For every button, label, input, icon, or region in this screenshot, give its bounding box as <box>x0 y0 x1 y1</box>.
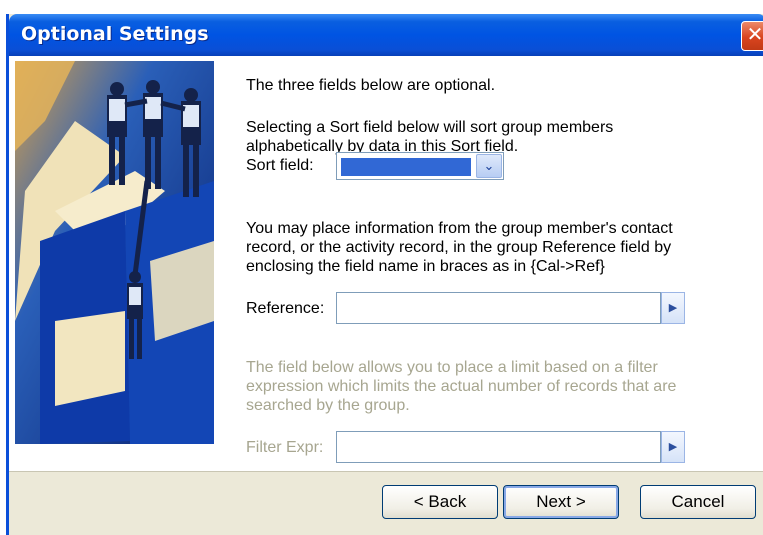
filter-help-text: The field below allows you to place a li… <box>246 359 677 414</box>
business-people-artwork <box>15 61 214 444</box>
close-button[interactable]: ✕ <box>741 21 763 51</box>
footer-divider <box>9 471 763 472</box>
filter-expr-picker-button[interactable]: ▶ <box>661 431 685 463</box>
sort-field-dropdown-button[interactable]: ⌄ <box>476 154 502 178</box>
dialog-body: The three fields below are optional. Sel… <box>9 56 763 471</box>
close-icon: ✕ <box>746 24 763 46</box>
cancel-button[interactable]: Cancel <box>640 485 756 519</box>
dialog-title: Optional Settings <box>21 23 209 45</box>
filter-expr-label: Filter Expr: <box>246 439 324 456</box>
reference-help-text: You may place information from the group… <box>246 220 673 275</box>
reference-input[interactable] <box>336 292 661 324</box>
chevron-down-icon: ⌄ <box>483 158 495 173</box>
intro-text: The three fields below are optional. <box>246 77 496 94</box>
next-button[interactable]: Next > <box>503 485 619 519</box>
wizard-illustration <box>15 61 214 444</box>
sort-field-selected-value <box>341 158 471 176</box>
sort-help-text: Selecting a Sort field below will sort g… <box>246 119 614 155</box>
reference-label: Reference: <box>246 300 325 317</box>
back-button[interactable]: < Back <box>382 485 498 519</box>
sort-field-select[interactable]: ⌄ <box>336 152 504 180</box>
sort-field-label: Sort field: <box>246 157 314 174</box>
arrow-right-icon: ▶ <box>668 441 678 453</box>
optional-settings-dialog: Optional Settings ✕ The three fields bel… <box>6 14 763 535</box>
reference-picker-button[interactable]: ▶ <box>661 292 685 324</box>
filter-expr-input[interactable] <box>336 431 661 463</box>
title-bar[interactable]: Optional Settings ✕ <box>9 14 763 56</box>
arrow-right-icon: ▶ <box>668 302 678 314</box>
